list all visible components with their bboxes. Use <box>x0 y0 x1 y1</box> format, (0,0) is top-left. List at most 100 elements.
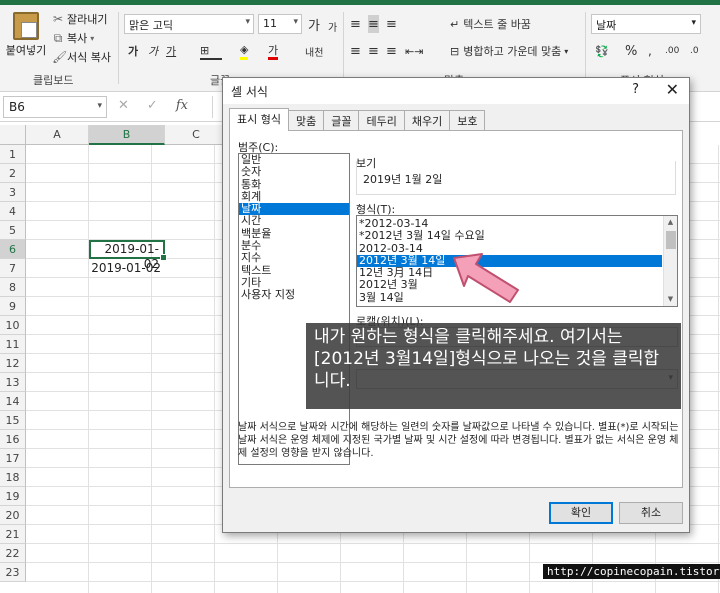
font-color-button[interactable]: 가 <box>268 42 279 60</box>
formula-bar-icons: ✕ ✓ fx <box>118 98 188 113</box>
wrap-text-button[interactable]: ↵ 텍스트 줄 바꿈 <box>450 15 531 33</box>
row-header[interactable]: 22 <box>0 544 26 563</box>
cell-b6[interactable]: 2019-01-02 <box>89 240 167 271</box>
row-header[interactable]: 15 <box>0 411 26 430</box>
increase-decimal-icon[interactable]: .00 <box>665 42 679 60</box>
row-header[interactable]: 10 <box>0 316 26 335</box>
align-center-icon[interactable]: ≡ <box>368 42 379 60</box>
cell-b7[interactable]: 2019-01-02 <box>89 259 165 278</box>
category-item[interactable]: 시간 <box>239 215 349 227</box>
row-header[interactable]: 1 <box>0 145 26 164</box>
row-header[interactable]: 18 <box>0 468 26 487</box>
row-header[interactable]: 8 <box>0 278 26 297</box>
paste-label: 붙여넣기 <box>5 44 47 57</box>
row-header[interactable]: 6 <box>0 240 26 259</box>
align-left-icon[interactable]: ≡ <box>350 42 361 60</box>
enter-icon[interactable]: ✓ <box>147 98 158 113</box>
shrink-font-button[interactable]: 가 <box>328 17 337 35</box>
number-tab-panel: 범주(C): 일반 숫자 통화 회계 날짜 시간 백분율 분수 지수 텍스트 기타 사용자 지정 보기… <box>229 130 683 488</box>
italic-button[interactable]: 가 <box>148 42 158 60</box>
cancel-button[interactable]: 취소 <box>619 502 683 524</box>
font-size-select[interactable]: 11 ▾ <box>258 14 302 34</box>
paint-bucket-icon: ◈ <box>240 43 249 56</box>
row-header[interactable]: 13 <box>0 373 26 392</box>
category-list[interactable]: 일반 숫자 통화 회계 날짜 시간 백분율 분수 지수 텍스트 기타 사용자 지정 <box>238 153 350 465</box>
annotation-overlay: 내가 원하는 형식을 클릭해주세요. 여기서는 [2012년 3월14일]형식으… <box>306 323 681 409</box>
dialog-tabs: 표시 형식 맞춤 글꼴 테두리 채우기 보호 <box>229 108 486 131</box>
format-description: 날짜 서식으로 날짜와 시간에 해당하는 일련의 숫자를 날짜값으로 나타낼 수… <box>238 422 679 459</box>
comma-style-icon[interactable]: , <box>648 42 652 60</box>
row-header[interactable]: 11 <box>0 335 26 354</box>
align-right-icon[interactable]: ≡ <box>386 42 397 60</box>
chevron-down-icon: ▾ <box>564 46 569 56</box>
grow-font-button[interactable]: 가 <box>308 15 320 34</box>
ok-button[interactable]: 확인 <box>549 502 613 524</box>
align-top-icon[interactable]: ≡ <box>350 15 361 33</box>
row-header[interactable]: 16 <box>0 430 26 449</box>
fill-color-button[interactable]: ◈ <box>240 42 249 60</box>
row-header[interactable]: 14 <box>0 392 26 411</box>
tab-number[interactable]: 표시 형식 <box>229 108 289 131</box>
dialog-title: 셀 서식 <box>231 85 268 99</box>
row-header[interactable]: 5 <box>0 221 26 240</box>
format-painter-button[interactable]: 🖌 서식 복사 <box>52 48 111 66</box>
watermark: http://copinecopain.tistory.com <box>543 564 720 579</box>
tab-protection[interactable]: 보호 <box>449 110 486 130</box>
font-name-value: 맑은 고딕 <box>129 19 173 32</box>
row-header[interactable]: 21 <box>0 525 26 544</box>
align-bottom-icon[interactable]: ≡ <box>386 15 397 33</box>
tab-alignment[interactable]: 맞춤 <box>287 110 325 130</box>
phonetic-button[interactable]: 내천 <box>305 42 323 60</box>
chevron-down-icon: ▾ <box>691 18 696 28</box>
row-header[interactable]: 9 <box>0 297 26 316</box>
row-header[interactable]: 17 <box>0 449 26 468</box>
copy-button[interactable]: ⧉ 복사 ▾ <box>52 29 95 47</box>
border-button[interactable]: ⊞ <box>200 42 222 60</box>
select-all-corner[interactable] <box>0 125 26 145</box>
cut-button[interactable]: ✂ 잘라내기 <box>52 10 108 28</box>
wrap-text-label: 텍스트 줄 바꿈 <box>463 18 531 31</box>
decrease-decimal-icon[interactable]: .0 <box>690 42 699 60</box>
type-list-scrollbar[interactable]: ▲ ▼ <box>663 216 677 306</box>
accounting-format-icon[interactable]: 💱 <box>595 42 609 60</box>
row-header[interactable]: 7 <box>0 259 26 278</box>
row-header[interactable]: 23 <box>0 563 26 582</box>
help-icon[interactable]: ? <box>632 82 639 97</box>
clipboard-group-label: 클립보드 <box>33 74 74 87</box>
row-header[interactable]: 3 <box>0 183 26 202</box>
font-name-select[interactable]: 맑은 고딕 ▾ <box>124 14 254 34</box>
row-header[interactable]: 12 <box>0 354 26 373</box>
underline-button[interactable]: 가 <box>166 42 176 60</box>
bold-button[interactable]: 가 <box>128 42 138 60</box>
tab-border[interactable]: 테두리 <box>358 110 405 130</box>
chevron-down-icon[interactable]: ▾ <box>90 34 94 43</box>
row-header[interactable]: 19 <box>0 487 26 506</box>
scroll-thumb[interactable] <box>666 231 676 249</box>
category-item[interactable]: 숫자 <box>239 166 349 178</box>
tab-font[interactable]: 글꼴 <box>323 110 360 130</box>
paste-button[interactable]: 붙여넣기 <box>4 10 48 60</box>
category-item[interactable]: 지수 <box>239 252 349 264</box>
column-header-a[interactable]: A <box>26 125 89 145</box>
cancel-icon[interactable]: ✕ <box>118 98 129 113</box>
row-header[interactable]: 20 <box>0 506 26 525</box>
scroll-up-icon[interactable]: ▲ <box>664 216 677 229</box>
row-header[interactable]: 4 <box>0 202 26 221</box>
align-middle-icon[interactable]: ≡ <box>368 15 379 33</box>
row-header[interactable]: 2 <box>0 164 26 183</box>
sample-value: 2019년 1월 2일 <box>363 173 443 186</box>
column-header-b[interactable]: B <box>89 125 165 145</box>
indent-icon[interactable]: ⇤⇥ <box>405 42 423 60</box>
function-icon[interactable]: fx <box>176 98 188 113</box>
merge-center-button[interactable]: ⊟ 병합하고 가운데 맞춤 ▾ <box>450 42 568 60</box>
scroll-down-icon[interactable]: ▼ <box>664 293 677 306</box>
tab-fill[interactable]: 채우기 <box>403 110 451 130</box>
percent-icon[interactable]: % <box>625 42 637 60</box>
column-header-c[interactable]: C <box>165 125 228 145</box>
category-item[interactable]: 사용자 지정 <box>239 289 349 301</box>
number-format-select[interactable]: 날짜 ▾ <box>591 14 701 34</box>
name-box[interactable]: B6 ▾ <box>3 96 107 118</box>
type-item[interactable]: *2012년 3월 14일 수요일 <box>357 230 662 242</box>
pointer-arrow-icon <box>453 253 519 303</box>
close-icon[interactable]: ✕ <box>666 80 679 99</box>
